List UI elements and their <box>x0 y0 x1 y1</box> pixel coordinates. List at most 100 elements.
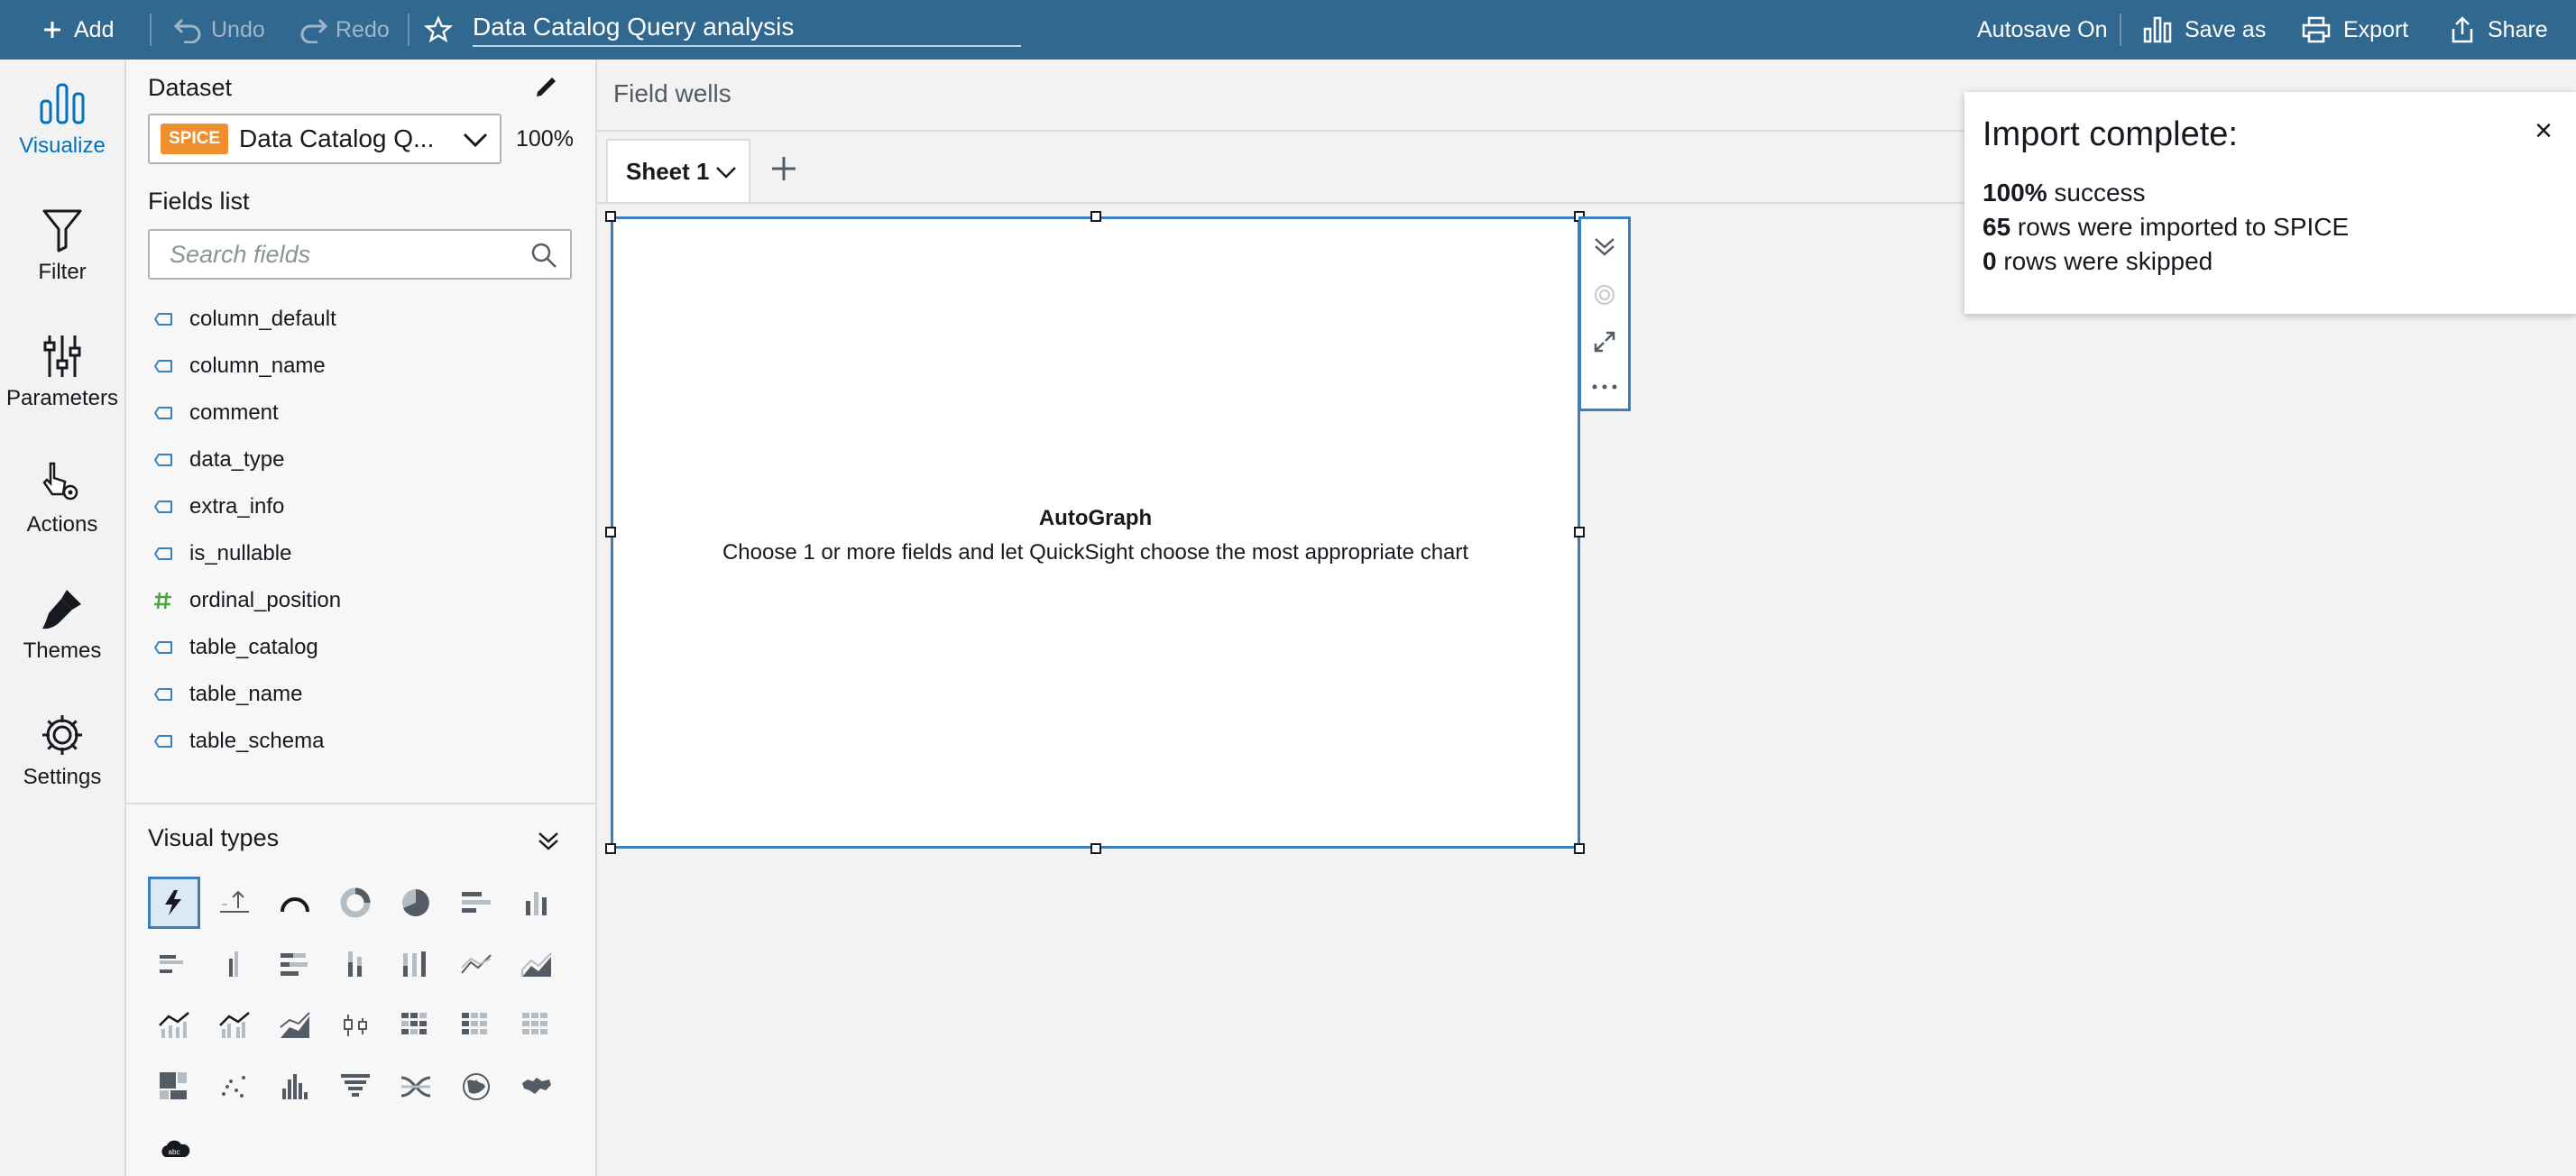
star-icon <box>424 15 453 43</box>
notification-title: Import complete: <box>1983 115 2238 153</box>
autosave-label: Autosave On <box>1977 16 2108 42</box>
share-button[interactable]: Share <box>2450 0 2548 60</box>
rail-item-parameters[interactable]: Parameters <box>0 334 124 411</box>
rail-item-visualize[interactable]: Visualize <box>0 81 124 159</box>
filled-map-icon[interactable] <box>511 1061 563 1113</box>
horizontal-bar-icon[interactable] <box>450 877 502 929</box>
rail-item-themes[interactable]: Themes <box>0 586 124 664</box>
field-item[interactable]: table_schema <box>153 723 324 759</box>
search-input[interactable] <box>168 239 514 270</box>
clustered-horizontal-bar-icon[interactable] <box>148 938 200 990</box>
double-chevron-down-icon <box>1595 238 1615 256</box>
dataset-percent: 100% <box>516 126 574 152</box>
chevron-down-icon[interactable] <box>714 164 738 180</box>
collapse-visual-button[interactable] <box>1581 223 1628 270</box>
share-icon <box>2452 16 2473 43</box>
kpi-icon[interactable] <box>208 877 261 929</box>
share-label: Share <box>2488 16 2548 42</box>
scatter-plot-icon[interactable] <box>208 1061 261 1113</box>
field-item[interactable]: table_catalog <box>153 629 318 666</box>
tab-sheet-1[interactable]: Sheet 1 <box>606 139 750 202</box>
stacked-100-bar-icon[interactable] <box>390 938 442 990</box>
autosave-toggle[interactable]: Autosave On <box>1977 0 2108 60</box>
undo-button[interactable]: Undo <box>173 0 265 60</box>
field-name: table_catalog <box>189 635 318 659</box>
export-label: Export <box>2343 16 2409 42</box>
add-button[interactable]: Add <box>41 0 114 60</box>
field-name: ordinal_position <box>189 588 342 612</box>
pointer-gear-icon <box>42 462 78 501</box>
stacked-horizontal-bar-icon[interactable] <box>269 938 321 990</box>
search-icon[interactable] <box>530 242 557 269</box>
pivot-table-icon[interactable] <box>450 999 502 1052</box>
gauge-icon[interactable] <box>269 877 321 929</box>
analysis-title-field[interactable]: Data Catalog Query analysis <box>473 0 1021 60</box>
add-sheet-icon[interactable] <box>770 155 797 182</box>
resize-handle-bottom[interactable] <box>1090 843 1101 854</box>
field-item[interactable]: extra_info <box>153 489 284 525</box>
redo-label: Redo <box>336 16 390 42</box>
imported-count: 65 <box>1983 213 2011 241</box>
dataset-dropdown[interactable]: SPICE Data Catalog Q... <box>148 114 501 164</box>
spice-badge: SPICE <box>161 124 229 154</box>
sankey-icon[interactable] <box>390 1061 442 1113</box>
field-item[interactable]: comment <box>153 395 279 431</box>
field-item[interactable]: is_nullable <box>153 536 291 572</box>
printer-icon <box>2302 16 2331 43</box>
table-icon[interactable] <box>511 999 563 1052</box>
field-item[interactable]: data_type <box>153 442 284 478</box>
undo-label: Undo <box>211 16 265 42</box>
autograph-icon[interactable] <box>148 877 200 929</box>
skipped-count: 0 <box>1983 247 1997 275</box>
favorite-button[interactable] <box>424 0 453 60</box>
tree-map-icon[interactable] <box>148 1061 200 1113</box>
vertical-bar-icon[interactable] <box>511 877 563 929</box>
field-name: is_nullable <box>189 541 292 565</box>
dimension-tag-icon <box>153 356 173 376</box>
combo-clustered-icon[interactable] <box>208 999 261 1052</box>
format-visual-button[interactable] <box>1581 271 1628 318</box>
resize-handle-top-left[interactable] <box>605 211 616 222</box>
stacked-area-icon[interactable] <box>269 999 321 1052</box>
double-chevron-down-icon[interactable] <box>536 828 561 853</box>
rail-item-actions[interactable]: Actions <box>0 460 124 537</box>
geospatial-map-icon[interactable] <box>450 1061 502 1113</box>
resize-handle-top[interactable] <box>1090 211 1101 222</box>
left-nav-rail: Visualize Filter Parameters Actions Them… <box>0 60 126 1176</box>
word-cloud-icon[interactable]: abc <box>148 1122 200 1174</box>
pencil-icon[interactable] <box>532 72 561 101</box>
export-button[interactable]: Export <box>2302 0 2408 60</box>
expand-visual-button[interactable] <box>1581 318 1628 365</box>
close-icon[interactable]: × <box>2535 114 2553 149</box>
line-chart-icon[interactable] <box>450 938 502 990</box>
box-plot-icon[interactable] <box>329 999 382 1052</box>
heat-map-icon[interactable] <box>390 999 442 1052</box>
donut-icon[interactable] <box>329 877 382 929</box>
autograph-visual[interactable]: AutoGraph Choose 1 or more fields and le… <box>611 216 1580 849</box>
field-item[interactable]: ordinal_position <box>153 583 341 619</box>
field-item[interactable]: column_name <box>153 348 326 384</box>
rail-item-filter[interactable]: Filter <box>0 207 124 285</box>
combo-line-bar-icon[interactable] <box>148 999 200 1052</box>
rail-label-visualize: Visualize <box>19 133 106 158</box>
field-item[interactable]: table_name <box>153 676 302 712</box>
side-panel: Dataset SPICE Data Catalog Q... 100% Fie… <box>126 60 597 1176</box>
resize-handle-left[interactable] <box>605 527 616 537</box>
svg-text:abc: abc <box>169 1148 180 1156</box>
resize-handle-right[interactable] <box>1574 527 1585 537</box>
resize-handle-bottom-left[interactable] <box>605 843 616 854</box>
visual-more-menu[interactable] <box>1581 363 1628 410</box>
pie-icon[interactable] <box>390 877 442 929</box>
area-chart-icon[interactable] <box>511 938 563 990</box>
funnel-chart-icon[interactable] <box>329 1061 382 1113</box>
rail-label-parameters: Parameters <box>5 386 119 410</box>
histogram-icon[interactable] <box>269 1061 321 1113</box>
resize-handle-bottom-right[interactable] <box>1574 843 1585 854</box>
stacked-vertical-bar-icon[interactable] <box>329 938 382 990</box>
field-item[interactable]: column_default <box>153 301 336 337</box>
redo-button[interactable]: Redo <box>298 0 390 60</box>
save-as-button[interactable]: Save as <box>2143 0 2266 60</box>
clustered-vertical-bar-icon[interactable] <box>208 938 261 990</box>
rail-item-settings[interactable]: Settings <box>0 712 124 790</box>
dimension-tag-icon <box>153 450 173 470</box>
